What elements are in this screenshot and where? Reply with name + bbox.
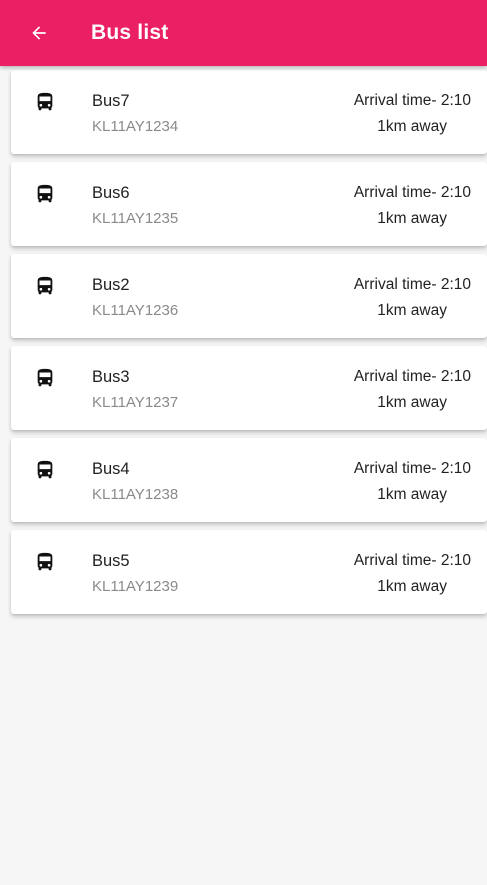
bus-plate: KL11AY1238	[92, 486, 179, 503]
arrival-time: Arrival time- 2:10	[353, 276, 471, 293]
page-title: Bus list	[91, 21, 169, 44]
bus-plate: KL11AY1234	[92, 118, 179, 135]
bus-name: Bus2	[92, 276, 130, 294]
distance: 1km away	[377, 302, 447, 319]
bus-icon	[34, 183, 56, 205]
bus-plate: KL11AY1237	[92, 394, 179, 411]
bus-plate: KL11AY1235	[92, 210, 179, 227]
bus-icon	[34, 275, 56, 297]
arrow-left-icon	[29, 23, 49, 43]
bus-name: Bus6	[92, 184, 130, 202]
bus-list-item[interactable]: Bus4 KL11AY1238 Arrival time- 2:10 1km a…	[11, 438, 487, 522]
bus-name: Bus3	[92, 368, 130, 386]
bus-list-item[interactable]: Bus5 KL11AY1239 Arrival time- 2:10 1km a…	[11, 530, 487, 614]
arrival-time: Arrival time- 2:10	[353, 184, 471, 201]
distance: 1km away	[377, 118, 447, 135]
arrival-time: Arrival time- 2:10	[353, 92, 471, 109]
app-bar: Bus list	[0, 0, 487, 66]
distance: 1km away	[377, 578, 447, 595]
distance: 1km away	[377, 394, 447, 411]
bus-icon	[34, 551, 56, 573]
bus-name: Bus4	[92, 460, 130, 478]
distance: 1km away	[377, 486, 447, 503]
arrival-time: Arrival time- 2:10	[353, 368, 471, 385]
bus-icon	[34, 367, 56, 389]
bus-list-item[interactable]: Bus3 KL11AY1237 Arrival time- 2:10 1km a…	[11, 346, 487, 430]
bus-list-item[interactable]: Bus2 KL11AY1236 Arrival time- 2:10 1km a…	[11, 254, 487, 338]
distance: 1km away	[377, 210, 447, 227]
bus-plate: KL11AY1239	[92, 578, 179, 595]
bus-icon	[34, 91, 56, 113]
bus-list-item[interactable]: Bus6 KL11AY1235 Arrival time- 2:10 1km a…	[11, 162, 487, 246]
back-button[interactable]	[20, 14, 58, 52]
bus-icon	[34, 459, 56, 481]
bus-list-item[interactable]: Bus7 KL11AY1234 Arrival time- 2:10 1km a…	[11, 70, 487, 154]
bus-name: Bus7	[92, 92, 130, 110]
bus-name: Bus5	[92, 552, 130, 570]
bus-list: Bus7 KL11AY1234 Arrival time- 2:10 1km a…	[11, 70, 487, 622]
arrival-time: Arrival time- 2:10	[353, 552, 471, 569]
bus-plate: KL11AY1236	[92, 302, 179, 319]
arrival-time: Arrival time- 2:10	[353, 460, 471, 477]
